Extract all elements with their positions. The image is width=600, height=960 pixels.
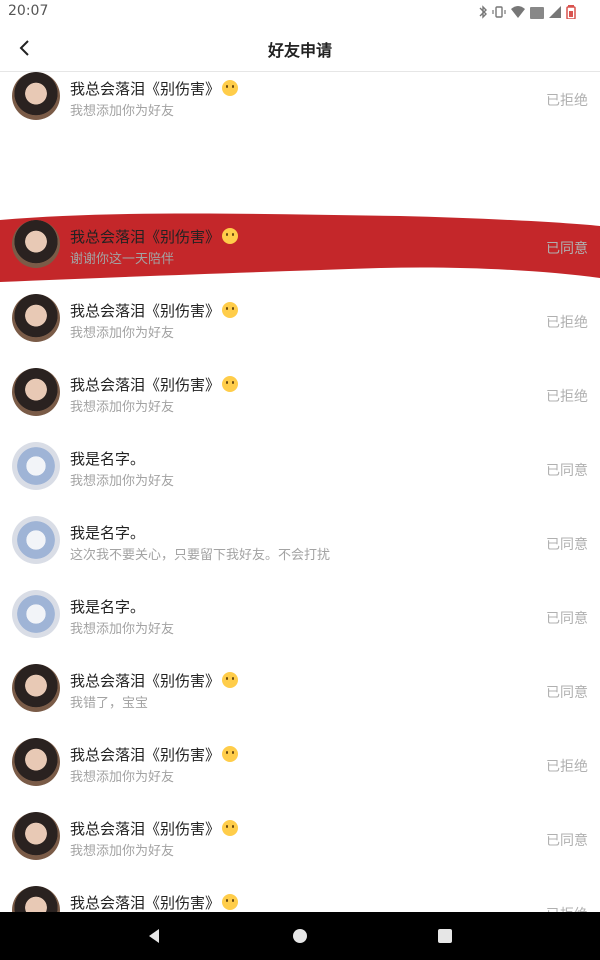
smile-emoji-icon <box>222 376 239 392</box>
vibrate-icon <box>492 4 506 23</box>
smile-emoji-icon <box>222 820 239 836</box>
request-message: 这次我不要关心，只要留下我好友。不会打扰 <box>70 548 331 563</box>
avatar[interactable] <box>12 442 60 490</box>
list-item[interactable]: 我是名字。 这次我不要关心，只要留下我好友。不会打扰 已同意 <box>0 516 600 590</box>
avatar[interactable] <box>12 294 60 342</box>
nav-recents-icon[interactable] <box>438 929 452 943</box>
nav-back-icon[interactable] <box>146 928 162 944</box>
request-message: 我想添加你为好友 <box>70 622 175 637</box>
requester-name: 我总会落泪《别伤害》 <box>70 374 239 395</box>
system-navigation-bar <box>0 912 600 960</box>
data-icon <box>530 4 544 23</box>
requester-name: 我是名字。 <box>70 598 146 616</box>
requester-name: 我总会落泪《别伤害》 <box>70 670 239 691</box>
header: 好友申请 <box>0 24 600 72</box>
request-message: 我错了，宝宝 <box>70 696 149 711</box>
request-message: 我想添加你为好友 <box>70 104 175 119</box>
requester-name: 我总会落泪《别伤害》 <box>70 300 239 321</box>
request-message: 我想添加你为好友 <box>70 770 175 785</box>
smile-emoji-icon <box>222 894 239 910</box>
requester-name: 我总会落泪《别伤害》 <box>70 892 239 912</box>
requester-name: 我是名字。 <box>70 450 146 468</box>
request-status: 已同意 <box>546 611 588 627</box>
page-title: 好友申请 <box>267 41 332 60</box>
request-status: 已同意 <box>546 537 588 553</box>
request-status: 已拒绝 <box>546 389 588 405</box>
request-message: 我想添加你为好友 <box>70 326 175 341</box>
request-message: 我想添加你为好友 <box>70 474 175 489</box>
request-status: 已拒绝 <box>546 93 588 109</box>
avatar[interactable] <box>12 72 60 120</box>
smile-emoji-icon <box>222 80 239 96</box>
battery-icon <box>566 4 576 23</box>
list-item[interactable]: 我总会落泪《别伤害》 我想添加你为好友 已拒绝 <box>0 72 600 146</box>
status-icons <box>478 4 576 23</box>
list-item[interactable]: 我总会落泪《别伤害》 我错了，宝宝 已同意 <box>0 664 600 738</box>
smile-emoji-icon <box>222 672 239 688</box>
status-time: 20:07 <box>8 3 49 19</box>
requester-name: 我是名字。 <box>70 524 146 542</box>
request-status: 已同意 <box>546 685 588 701</box>
avatar[interactable] <box>12 664 60 712</box>
list-item[interactable]: 我总会落泪《别伤害》 我想添加你为好友 已拒绝 <box>0 368 600 442</box>
request-message: 我想添加你为好友 <box>70 844 175 859</box>
smile-emoji-icon <box>222 746 239 762</box>
wifi-icon <box>510 4 526 23</box>
status-bar: 20:07 <box>0 0 600 24</box>
list-item[interactable]: 我总会落泪《别伤害》 我想添加你为好友 已拒绝 <box>0 294 600 368</box>
request-status: 已同意 <box>546 463 588 479</box>
signal-icon <box>548 4 562 23</box>
bluetooth-icon <box>478 4 488 23</box>
nav-home-icon[interactable] <box>293 929 307 943</box>
requester-name: 我总会落泪《别伤害》 <box>70 78 239 99</box>
list-item[interactable]: 我总会落泪《别伤害》 我想添加你为好友 已同意 <box>0 812 600 886</box>
avatar[interactable] <box>12 812 60 860</box>
list-item[interactable]: 我总会落泪《别伤害》 已拒绝 <box>0 886 600 912</box>
requester-name: 我总会落泪《别伤害》 <box>70 744 239 765</box>
avatar[interactable] <box>12 516 60 564</box>
list-item[interactable]: 我总会落泪《别伤害》 谢谢你这一天陪伴 已同意 <box>0 220 600 294</box>
requester-name: 我总会落泪《别伤害》 <box>70 818 239 839</box>
request-status: 已拒绝 <box>546 904 588 912</box>
request-status: 已同意 <box>546 833 588 849</box>
request-message: 谢谢你这一天陪伴 <box>70 252 175 267</box>
request-status: 已同意 <box>546 241 588 257</box>
avatar[interactable] <box>12 368 60 416</box>
smile-emoji-icon <box>222 302 239 318</box>
requester-name: 我总会落泪《别伤害》 <box>70 226 239 247</box>
avatar[interactable] <box>12 590 60 638</box>
avatar[interactable] <box>12 738 60 786</box>
request-message: 我想添加你为好友 <box>70 400 175 415</box>
avatar[interactable] <box>12 220 60 268</box>
request-status: 已拒绝 <box>546 315 588 331</box>
request-status: 已拒绝 <box>546 759 588 775</box>
smile-emoji-icon <box>222 228 239 244</box>
request-list: 我总会落泪《别伤害》 我想添加你为好友 已拒绝 我总会落泪《别伤害》 谢谢你这一… <box>0 72 600 912</box>
list-item[interactable]: 我是名字。 我想添加你为好友 已同意 <box>0 442 600 516</box>
avatar[interactable] <box>12 886 60 912</box>
list-item[interactable]: 我是名字。 我想添加你为好友 已同意 <box>0 590 600 664</box>
list-item[interactable]: 我总会落泪《别伤害》 我想添加你为好友 已拒绝 <box>0 738 600 812</box>
